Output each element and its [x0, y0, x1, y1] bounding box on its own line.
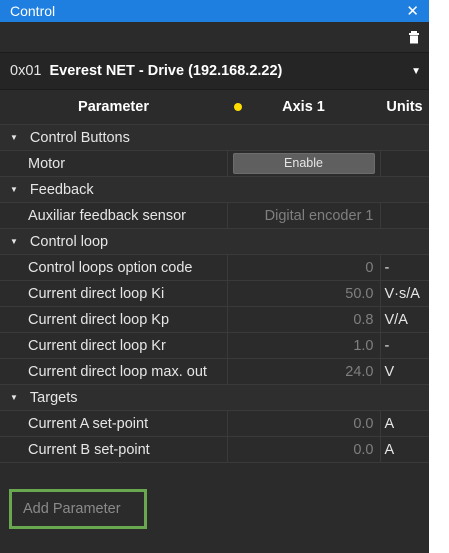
param-name: Current direct loop max. out: [0, 358, 228, 385]
expand-triangle-icon[interactable]: ▼: [10, 237, 18, 246]
drive-name: Everest NET - Drive (192.168.2.22): [49, 63, 283, 79]
expand-triangle-icon[interactable]: ▼: [10, 133, 18, 142]
param-value[interactable]: 0.8: [227, 306, 381, 333]
table-row[interactable]: Current direct loop Kr 1.0-: [0, 332, 429, 359]
param-unit: [380, 202, 429, 229]
control-panel: Control ✕ 0x01 Everest NET - Drive (192.…: [0, 0, 429, 553]
param-value[interactable]: 50.0: [227, 280, 381, 307]
param-value[interactable]: 24.0: [227, 358, 381, 385]
param-unit: [380, 150, 429, 177]
param-name: Auxiliar feedback sensor: [0, 202, 228, 229]
group-label: Targets: [29, 389, 78, 406]
table-row[interactable]: Current direct loop Ki 50.0 V·s/A: [0, 280, 429, 307]
param-unit: -: [380, 332, 429, 359]
param-name: Motor: [0, 150, 228, 177]
header-units: Units: [380, 90, 429, 125]
table-row[interactable]: Current direct loop max. out 24.0 V: [0, 358, 429, 385]
header-axis-label: Axis 1: [282, 99, 325, 115]
param-value[interactable]: 0: [227, 254, 381, 281]
title-bar: Control ✕: [0, 0, 429, 22]
group-row[interactable]: ▼ Control loop: [0, 228, 429, 255]
table-row[interactable]: Control loops option code 0-: [0, 254, 429, 281]
header-parameter: Parameter: [0, 90, 227, 125]
parameter-table: Parameter Axis 1 Units ▼ Control Buttons M…: [0, 90, 429, 463]
group-row[interactable]: ▼ Feedback: [0, 176, 429, 203]
param-unit: -: [380, 254, 429, 281]
table-row[interactable]: Current A set-point 0.0 A: [0, 410, 429, 437]
axis-status-dot: [234, 103, 242, 111]
param-unit: A: [380, 436, 429, 463]
expand-triangle-icon[interactable]: ▼: [10, 185, 18, 194]
group-label: Control Buttons: [29, 129, 130, 146]
table-row[interactable]: Auxiliar feedback sensor Digital encoder …: [0, 202, 429, 229]
group-label: Feedback: [29, 181, 94, 198]
table-row[interactable]: Current direct loop Kp 0.8 V/A: [0, 306, 429, 333]
window-title: Control: [10, 3, 56, 19]
param-name: Current A set-point: [0, 410, 228, 437]
param-name: Current B set-point: [0, 436, 228, 463]
chevron-down-icon[interactable]: ▼: [411, 66, 421, 77]
param-unit: V: [380, 358, 429, 385]
table-row[interactable]: Motor Enable: [0, 150, 429, 177]
expand-triangle-icon[interactable]: ▼: [10, 393, 18, 402]
param-unit: A: [380, 410, 429, 437]
toolbar: [0, 22, 429, 52]
group-row[interactable]: ▼ Control Buttons: [0, 124, 429, 151]
param-value[interactable]: 0.0: [227, 436, 381, 463]
table-row[interactable]: Current B set-point 0.0 A: [0, 436, 429, 463]
drive-address: 0x01: [10, 63, 42, 79]
param-unit: V·s/A: [380, 280, 429, 307]
param-name: Current direct loop Ki: [0, 280, 228, 307]
header-axis: Axis 1: [227, 90, 380, 125]
param-name: Control loops option code: [0, 254, 228, 281]
param-value[interactable]: 1.0: [227, 332, 381, 359]
param-unit: V/A: [380, 306, 429, 333]
param-value[interactable]: 0.0: [227, 410, 381, 437]
group-label: Control loop: [29, 233, 109, 250]
trash-icon[interactable]: [407, 30, 421, 44]
add-parameter-label: Add Parameter: [23, 501, 121, 517]
group-row[interactable]: ▼ Targets: [0, 384, 429, 411]
add-parameter-button[interactable]: Add Parameter: [9, 489, 147, 529]
param-name: Current direct loop Kr: [0, 332, 228, 359]
enable-button[interactable]: Enable: [232, 153, 375, 174]
close-icon[interactable]: ✕: [406, 4, 419, 19]
param-value[interactable]: Digital encoder 1: [227, 202, 381, 229]
param-name: Current direct loop Kp: [0, 306, 228, 333]
drive-selector[interactable]: 0x01 Everest NET - Drive (192.168.2.22) …: [0, 52, 429, 90]
